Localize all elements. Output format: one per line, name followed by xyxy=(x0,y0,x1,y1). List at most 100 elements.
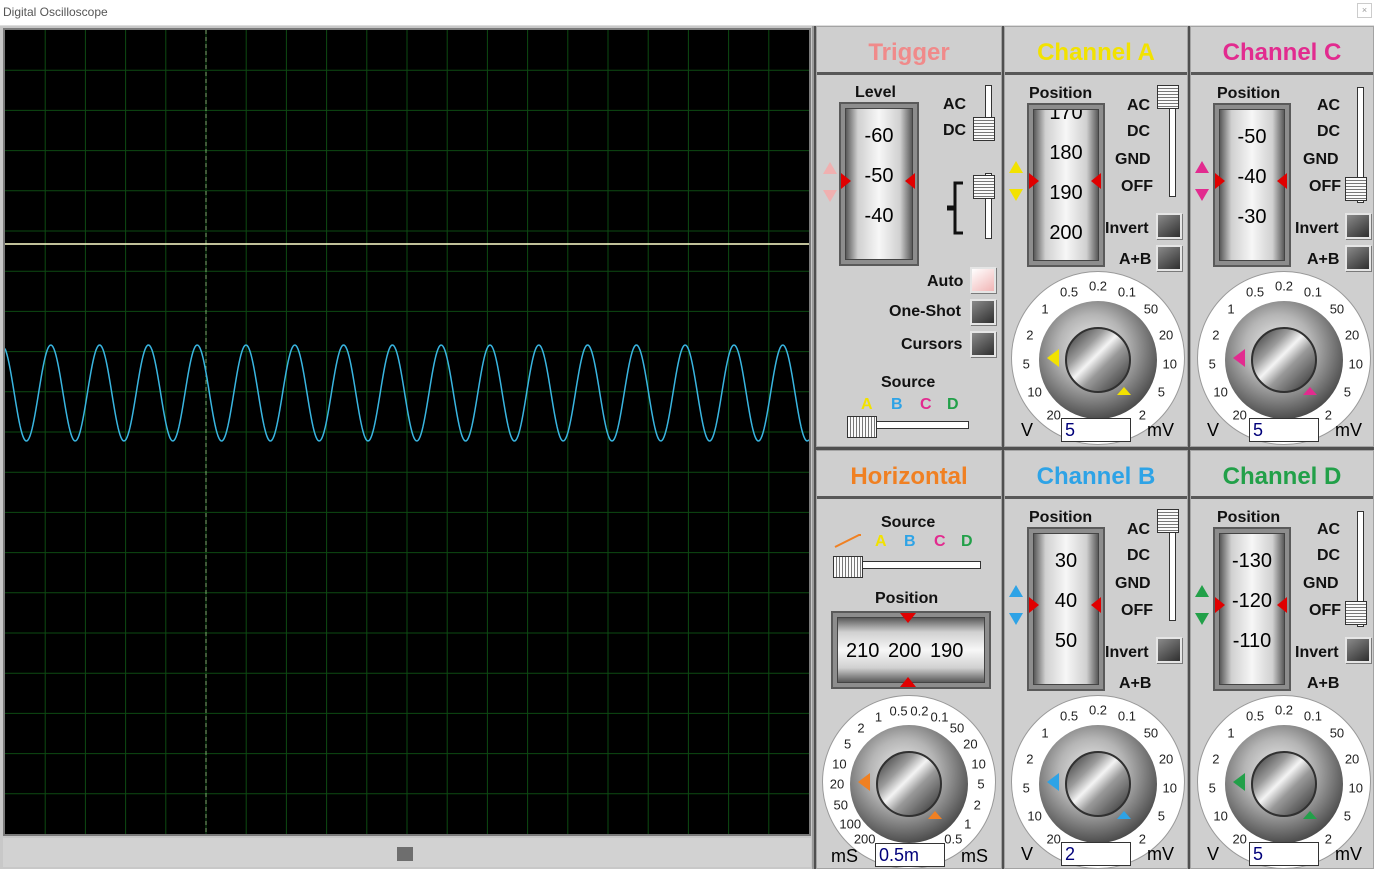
channel-d-gnd[interactable]: GND xyxy=(1303,575,1339,593)
drum-number: -30 xyxy=(1237,206,1267,228)
channel-b-ac[interactable]: AC xyxy=(1127,521,1150,539)
trigger-source-c[interactable]: C xyxy=(920,396,932,414)
channel-a-gnd[interactable]: GND xyxy=(1115,151,1151,169)
trigger-coupling-ac[interactable]: AC xyxy=(943,96,966,114)
channel-a-value-field[interactable]: 5 xyxy=(1061,418,1131,442)
knob-scale-label: 10 xyxy=(1213,384,1228,400)
channel-b-invert-label: Invert xyxy=(1105,644,1149,661)
drum-number: 200 xyxy=(888,640,922,662)
channel-b-dc[interactable]: DC xyxy=(1127,547,1150,565)
knob-scale-label: 2 xyxy=(1026,751,1034,767)
drum-number: 210 xyxy=(846,640,880,662)
knob-scale-label: 20 xyxy=(1232,831,1247,847)
cursors-button[interactable] xyxy=(970,331,996,357)
channel-b-off[interactable]: OFF xyxy=(1121,602,1153,620)
trigger-source-b[interactable]: B xyxy=(891,396,903,414)
channel-d-down-arrow-icon[interactable] xyxy=(1195,613,1209,625)
grid-lines xyxy=(5,30,809,834)
scrollbar-thumb[interactable] xyxy=(397,847,413,861)
channel-c-title: Channel C xyxy=(1191,27,1373,75)
knob-scale-label: 10 xyxy=(1213,808,1228,824)
timebase-value-field[interactable]: 0.5m xyxy=(875,843,945,867)
horizontal-source-slider[interactable] xyxy=(833,556,863,578)
channel-c-down-arrow-icon[interactable] xyxy=(1195,189,1209,201)
horizontal-source-d[interactable]: D xyxy=(961,533,973,551)
horizontal-source-b[interactable]: B xyxy=(904,533,916,551)
channel-c-invert-button[interactable] xyxy=(1345,213,1371,239)
channel-c-gnd[interactable]: GND xyxy=(1303,151,1339,169)
channel-b-value-field[interactable]: 2 xyxy=(1061,842,1131,866)
drum-number: 50 xyxy=(1054,630,1078,652)
channel-a-coupling-slider[interactable] xyxy=(1157,85,1179,109)
trigger-source-a[interactable]: A xyxy=(861,396,873,414)
horizontal-source-c[interactable]: C xyxy=(934,533,946,551)
knob-body[interactable] xyxy=(850,725,968,843)
channel-a-section: Channel A Position 170 180 190 200 AC DC… xyxy=(1004,26,1188,447)
channel-d-ac[interactable]: AC xyxy=(1317,521,1340,539)
knob-scale-label: 0.2 xyxy=(1274,702,1294,718)
channel-a-off[interactable]: OFF xyxy=(1121,178,1153,196)
knob-scale-label: 20 xyxy=(1046,831,1061,847)
horizontal-scrollbar[interactable] xyxy=(3,838,811,867)
channel-c-value-field[interactable]: 5 xyxy=(1249,418,1319,442)
horizontal-unit-left: mS xyxy=(831,846,858,866)
knob-scale-label: 5 xyxy=(1022,780,1030,796)
close-button[interactable]: × xyxy=(1357,3,1372,18)
trigger-source-d[interactable]: D xyxy=(947,396,959,414)
channel-c-apb-button[interactable] xyxy=(1345,245,1371,271)
knob-scale-label: 1 xyxy=(1041,301,1049,317)
channel-b-gnd[interactable]: GND xyxy=(1115,575,1151,593)
channel-b-unit-right: mV xyxy=(1147,844,1174,864)
knob-scale-label: 20 xyxy=(1232,407,1247,423)
knob-scale-label: 0.5 xyxy=(1246,284,1265,300)
channel-d-invert-button[interactable] xyxy=(1345,637,1371,663)
channel-c-off[interactable]: OFF xyxy=(1309,178,1341,196)
edge-polarity-slider[interactable] xyxy=(973,175,995,199)
auto-button[interactable] xyxy=(970,267,996,293)
drum-number: 190 xyxy=(1049,182,1083,204)
channel-d-off[interactable]: OFF xyxy=(1309,602,1341,620)
knob-body[interactable] xyxy=(1225,725,1343,843)
position-pointer-left-icon xyxy=(1215,173,1225,189)
level-pointer-left-icon xyxy=(841,173,851,189)
knob-body[interactable] xyxy=(1225,301,1343,419)
channel-b-coupling-slider[interactable] xyxy=(1157,509,1179,533)
drum-number: -130 xyxy=(1231,550,1273,572)
level-up-arrow-icon[interactable] xyxy=(823,162,837,174)
knob-indicator-icon xyxy=(1117,811,1131,819)
channel-b-invert-button[interactable] xyxy=(1156,637,1182,663)
one-shot-button[interactable] xyxy=(970,299,996,325)
position-pointer-top-icon xyxy=(900,613,916,623)
channel-a-dc[interactable]: DC xyxy=(1127,123,1150,141)
level-down-arrow-icon[interactable] xyxy=(823,190,837,202)
drum-number: 170 xyxy=(1049,109,1083,124)
channel-c-dc[interactable]: DC xyxy=(1317,123,1340,141)
trigger-source-slider[interactable] xyxy=(847,416,877,438)
trigger-title: Trigger xyxy=(817,27,1001,75)
horizontal-source-ramp-icon[interactable] xyxy=(833,533,863,549)
channel-c-up-arrow-icon[interactable] xyxy=(1195,161,1209,173)
channel-c-ac[interactable]: AC xyxy=(1317,97,1340,115)
channel-a-apb-button[interactable] xyxy=(1156,245,1182,271)
channel-d-title: Channel D xyxy=(1191,451,1373,499)
horizontal-source-a[interactable]: A xyxy=(875,533,887,551)
knob-scale-label: 0.5 xyxy=(944,831,963,847)
horizontal-unit-right: mS xyxy=(961,846,988,866)
channel-a-up-arrow-icon[interactable] xyxy=(1009,161,1023,173)
channel-a-invert-button[interactable] xyxy=(1156,213,1182,239)
channel-d-dc[interactable]: DC xyxy=(1317,547,1340,565)
channel-d-up-arrow-icon[interactable] xyxy=(1195,585,1209,597)
channel-d-coupling-slider[interactable] xyxy=(1345,601,1367,625)
channel-b-down-arrow-icon[interactable] xyxy=(1009,613,1023,625)
trigger-coupling-slider[interactable] xyxy=(973,117,995,141)
knob-scale-label: 10 xyxy=(1027,384,1042,400)
channel-d-value-field[interactable]: 5 xyxy=(1249,842,1319,866)
knob-body[interactable] xyxy=(1039,725,1157,843)
position-pointer-right-icon xyxy=(1277,173,1287,189)
channel-b-up-arrow-icon[interactable] xyxy=(1009,585,1023,597)
channel-a-ac[interactable]: AC xyxy=(1127,97,1150,115)
trigger-coupling-dc[interactable]: DC xyxy=(943,122,966,140)
channel-a-down-arrow-icon[interactable] xyxy=(1009,189,1023,201)
channel-c-coupling-slider[interactable] xyxy=(1345,177,1367,201)
knob-body[interactable] xyxy=(1039,301,1157,419)
